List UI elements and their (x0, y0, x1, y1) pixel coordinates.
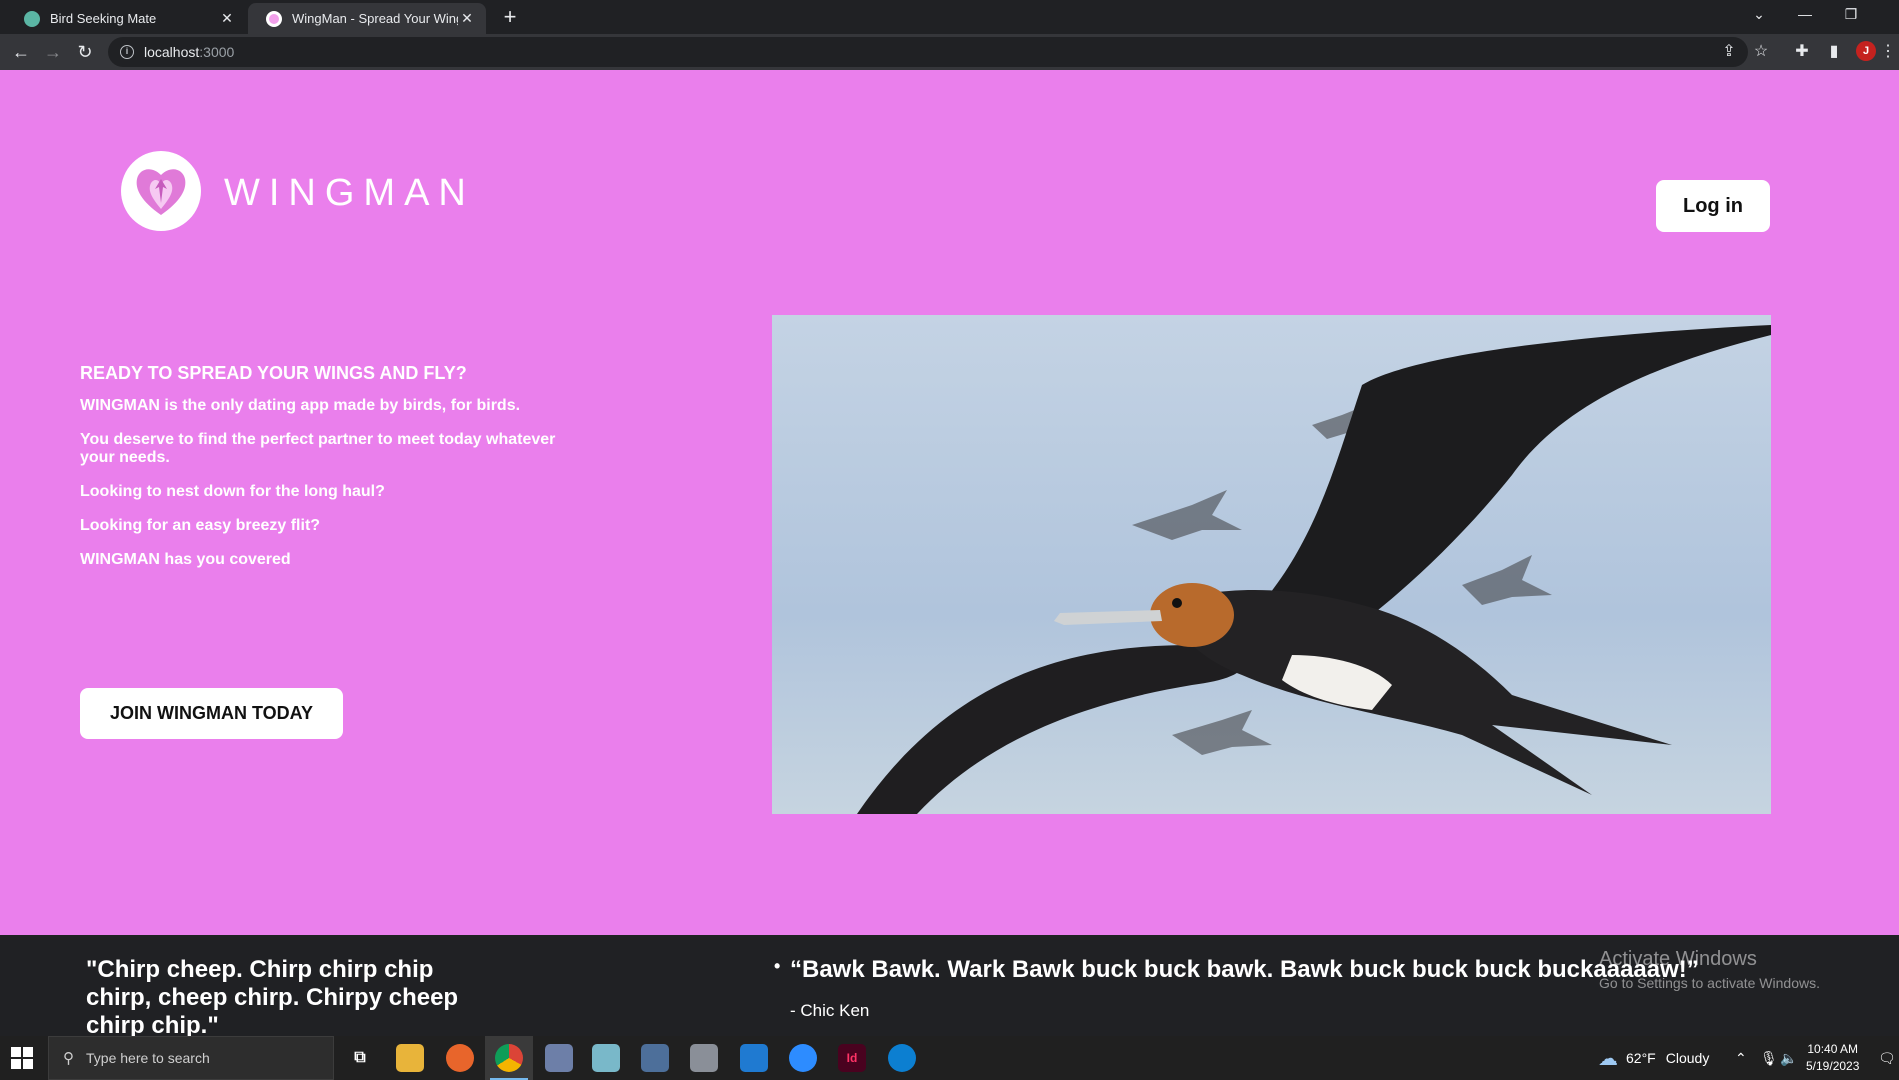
search-icon: ⚲ (63, 1050, 74, 1067)
heart-bird-logo-icon (136, 169, 186, 215)
tab-favicon-icon (24, 10, 40, 27)
testimonial-quote: "Chirp cheep. Chirp chirp chip chirp, ch… (86, 956, 459, 1036)
close-tab-icon[interactable]: ✕ (458, 10, 476, 27)
extensions-puzzle-icon[interactable]: ✚ (1790, 40, 1814, 64)
flying-bird-illustration (772, 315, 1771, 814)
hero-heading: READY TO SPREAD YOUR WINGS AND FLY? (80, 363, 467, 383)
frigatebird-hero-image (772, 315, 1771, 814)
windows-taskbar: ⚲ Type here to search ⧉ Id ☁ 62°F Cloudy… (0, 1036, 1899, 1080)
windows-start-icon[interactable] (10, 1046, 34, 1070)
hero-paragraph: WINGMAN is the only dating app made by b… (80, 397, 521, 414)
tab-search-icon[interactable]: ⌄ (1736, 0, 1782, 30)
show-hidden-icons-chevron-icon[interactable]: ⌃ (1735, 1036, 1747, 1080)
close-tab-icon[interactable]: ✕ (218, 10, 236, 27)
address-bar[interactable]: i localhost:3000 (108, 37, 1748, 67)
url-host: localhost (144, 44, 200, 60)
profile-avatar[interactable]: J (1856, 41, 1876, 61)
hero-copy: READY TO SPREAD YOUR WINGS AND FLY? WING… (80, 363, 570, 585)
bookmark-star-icon[interactable]: ☆ (1749, 40, 1773, 64)
chrome-icon[interactable] (495, 1044, 523, 1072)
printer-icon[interactable] (690, 1044, 718, 1072)
search-placeholder: Type here to search (86, 1050, 210, 1066)
notepad-icon[interactable] (592, 1044, 620, 1072)
url-port: :3000 (199, 44, 235, 60)
weather-temp: 62°F (1626, 1050, 1656, 1066)
hero-paragraph: Looking to nest down for the long haul? (80, 483, 385, 500)
tab-title: WingMan - Spread Your Wings (292, 11, 458, 26)
browser-tab[interactable]: Bird Seeking Mate ✕ (6, 3, 246, 34)
tab-favicon-icon (266, 10, 282, 27)
hero-paragraph: You deserve to find the perfect partner … (80, 431, 556, 466)
join-wingman-button[interactable]: JOIN WINGMAN TODAY (80, 688, 343, 739)
login-button[interactable]: Log in (1656, 180, 1770, 232)
minimize-window-button[interactable]: — (1782, 0, 1828, 30)
testimonial-quote-text: “Bawk Bawk. Wark Bawk buck buck bawk. Ba… (790, 956, 1699, 983)
system-clock[interactable]: 10:40 AM 5/19/2023 (1806, 1041, 1859, 1075)
task-view-icon[interactable]: ⧉ (346, 1044, 374, 1072)
browser-menu-icon[interactable]: ⋮ (1880, 40, 1896, 64)
side-panel-icon[interactable]: ▮ (1822, 40, 1846, 64)
share-icon[interactable]: ⇪ (1717, 40, 1741, 64)
calculator-icon[interactable] (641, 1044, 669, 1072)
browser-tab-active[interactable]: WingMan - Spread Your Wings ✕ (248, 3, 486, 34)
landing-page: WINGMAN Log in READY TO SPREAD YOUR WING… (0, 70, 1899, 935)
vscode-icon[interactable] (740, 1044, 768, 1072)
notifications-icon[interactable]: 🗨 (1878, 1036, 1896, 1080)
forward-arrow-icon[interactable]: → (40, 39, 66, 65)
zoom-icon[interactable] (789, 1044, 817, 1072)
watermark-subtitle: Go to Settings to activate Windows. (1599, 975, 1820, 991)
activate-windows-watermark: Activate Windows Go to Settings to activ… (1599, 948, 1820, 991)
browser-tab-strip: Bird Seeking Mate ✕ WingMan - Spread You… (0, 0, 1899, 34)
firefox-icon[interactable] (446, 1044, 474, 1072)
remote-desktop-icon[interactable] (545, 1044, 573, 1072)
reload-icon[interactable]: ↻ (72, 39, 98, 65)
clock-date: 5/19/2023 (1806, 1059, 1860, 1073)
testimonial-author: - Chic Ken (790, 1001, 870, 1020)
site-info-icon[interactable]: i (120, 45, 134, 59)
testimonial-quote: • “Bawk Bawk. Wark Bawk buck buck bawk. … (774, 956, 1699, 984)
browser-toolbar: ← → ↻ i localhost:3000 ⇪ ☆ ✚ ▮ ⋮ (0, 34, 1899, 70)
clock-time: 10:40 AM (1807, 1042, 1859, 1056)
brand-name: WINGMAN (224, 172, 475, 214)
volume-icon[interactable]: 🔈 (1780, 1036, 1797, 1080)
file-explorer-icon[interactable] (396, 1044, 424, 1072)
taskbar-search-box[interactable]: ⚲ Type here to search (48, 1036, 334, 1080)
tab-title: Bird Seeking Mate (50, 11, 157, 26)
new-tab-button[interactable]: + (496, 4, 524, 32)
hero-paragraph: WINGMAN has you covered (80, 551, 291, 568)
microphone-icon[interactable]: 🎙 (1760, 1036, 1778, 1080)
hero-paragraph: Looking for an easy breezy flit? (80, 517, 321, 534)
cloud-icon: ☁ (1598, 1047, 1618, 1070)
restore-window-button[interactable]: ❐ (1828, 0, 1874, 30)
watermark-title: Activate Windows (1599, 948, 1757, 970)
back-arrow-icon[interactable]: ← (8, 39, 34, 65)
bullet-icon: • (774, 956, 781, 976)
edge-icon[interactable] (888, 1044, 916, 1072)
weather-desc: Cloudy (1665, 1050, 1710, 1066)
indesign-icon[interactable]: Id (838, 1044, 866, 1072)
wingman-logo[interactable] (121, 151, 201, 231)
weather-widget[interactable]: ☁ 62°F Cloudy (1598, 1036, 1709, 1080)
